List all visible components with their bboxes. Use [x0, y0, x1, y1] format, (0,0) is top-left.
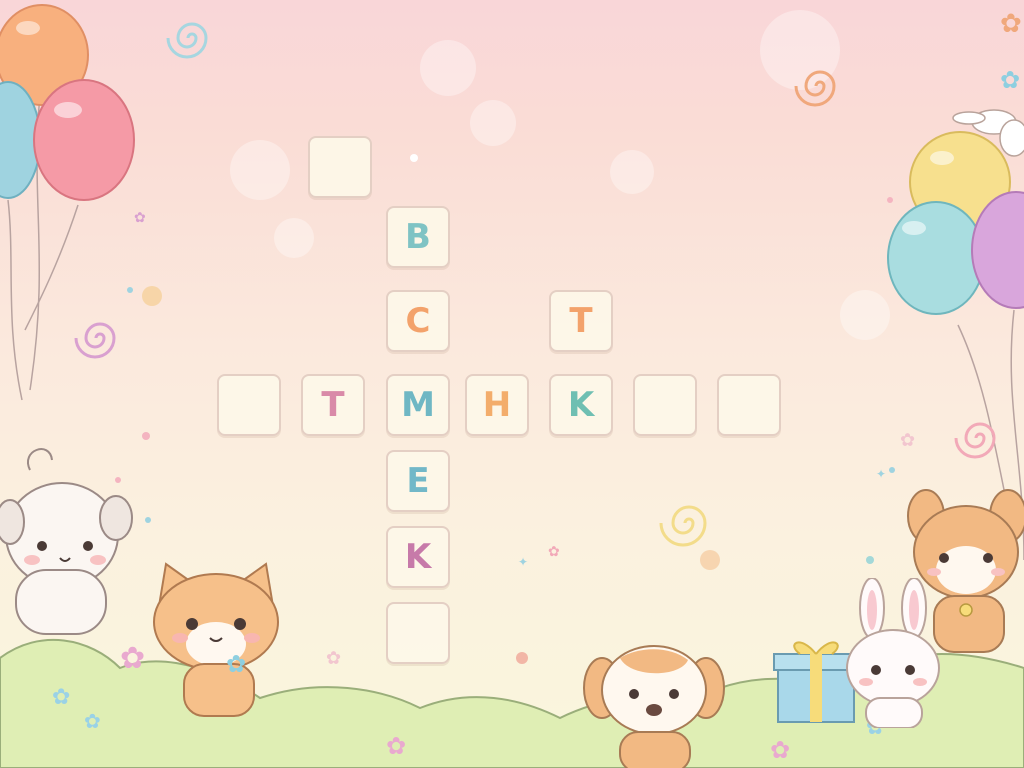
crossword-tile[interactable]: M	[386, 374, 450, 436]
svg-text:✿: ✿	[226, 650, 246, 678]
svg-text:✿: ✿	[1000, 9, 1022, 39]
white-puppy-character	[0, 448, 133, 635]
svg-text:✿: ✿	[120, 641, 145, 676]
crossword-tile[interactable]	[717, 374, 781, 436]
svg-text:✿: ✿	[1000, 66, 1020, 94]
svg-text:✦: ✦	[876, 467, 886, 481]
crossword-tile[interactable]: K	[549, 374, 613, 436]
crossword-tile[interactable]	[633, 374, 697, 436]
tile-letter: B	[405, 217, 431, 257]
tile-letter: H	[482, 385, 512, 425]
svg-text:✿: ✿	[900, 430, 915, 451]
crossword-tile[interactable]: C	[386, 290, 450, 352]
orange-puppy-character	[907, 489, 1024, 653]
crossword-tile[interactable]: H	[465, 374, 529, 436]
game-scene: ✿ ✿ ✦ ✿ ✦ ✿ ✿ ✿ ✿ ✿ ✿ ✿ ✿ ✿ B C T T M H …	[0, 0, 1024, 768]
tile-letter: T	[321, 385, 345, 425]
brown-puppy-character	[583, 645, 725, 768]
tile-letter: E	[406, 461, 430, 501]
svg-text:✿: ✿	[84, 709, 101, 733]
crossword-tile[interactable]: B	[386, 206, 450, 268]
svg-text:✿: ✿	[770, 736, 790, 764]
crossword-tile[interactable]	[386, 602, 450, 664]
crossword-tile[interactable]	[217, 374, 281, 436]
orange-cat-character: ✿	[153, 562, 279, 717]
crossword-tile[interactable]: T	[301, 374, 365, 436]
svg-text:✦: ✦	[518, 555, 528, 569]
svg-text:✿: ✿	[134, 210, 146, 226]
crossword-tile[interactable]: K	[386, 526, 450, 588]
tile-letter: M	[401, 385, 435, 425]
tile-letter: T	[569, 301, 593, 341]
crossword-tile[interactable]: T	[549, 290, 613, 352]
svg-text:✿: ✿	[548, 544, 560, 560]
crossword-tile[interactable]: E	[386, 450, 450, 512]
svg-text:✿: ✿	[386, 732, 406, 760]
tile-letter: C	[405, 301, 431, 341]
tile-letter: K	[404, 537, 432, 577]
svg-text:✿: ✿	[52, 685, 70, 710]
crossword-tile[interactable]	[308, 136, 372, 198]
tile-letter: K	[567, 385, 595, 425]
